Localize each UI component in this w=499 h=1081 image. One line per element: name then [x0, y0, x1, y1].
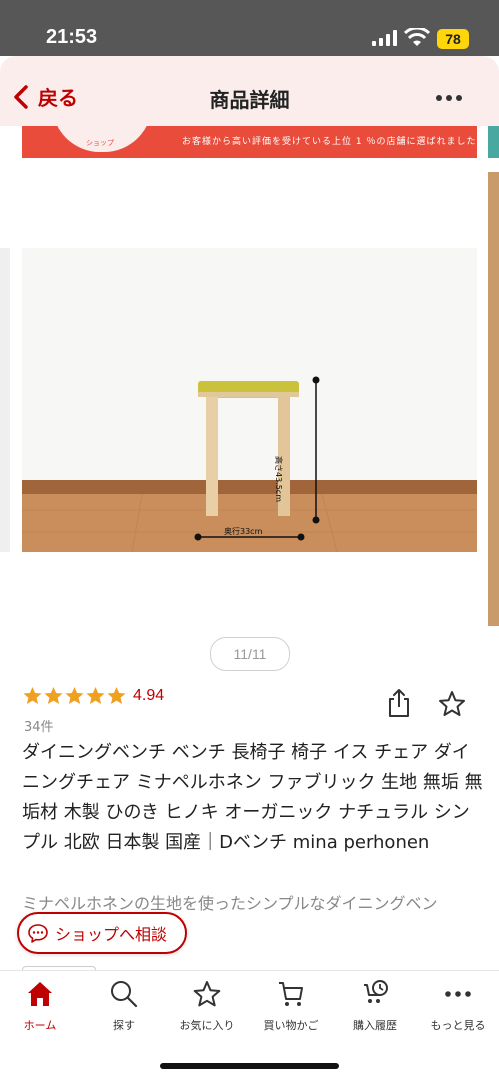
- rating-value: 4.94: [133, 687, 165, 704]
- page-title: 商品詳細: [209, 88, 290, 112]
- shop-consult-button[interactable]: ショップへ相談: [17, 912, 187, 954]
- rating-stars: [22, 686, 127, 706]
- rating-star-icon: [86, 687, 105, 704]
- previous-image-peek: [0, 248, 10, 552]
- next-image-peek: [488, 172, 499, 626]
- wifi-icon: [404, 28, 430, 46]
- depth-dimension-label: 奥行33cm: [224, 527, 263, 536]
- favorite-star-icon[interactable]: [438, 690, 466, 718]
- award-badge: ショップ: [52, 126, 152, 152]
- share-icon[interactable]: [386, 688, 412, 718]
- tab-search-label: 探す: [113, 1019, 135, 1032]
- more-options-icon[interactable]: [435, 94, 463, 102]
- tab-purchase-history-label: 購入履歴: [353, 1019, 397, 1032]
- product-title: ダイニングベンチ ベンチ 長椅子 椅子 イス チェア ダイニングチェア ミナペル…: [22, 742, 483, 853]
- next-image-peek-banner: [488, 126, 499, 158]
- shop-consult-label: ショップへ相談: [55, 925, 168, 944]
- home-icon: [28, 982, 52, 1006]
- tab-purchase-history[interactable]: 購入履歴: [333, 979, 417, 1033]
- home-indicator: [160, 1063, 339, 1069]
- product-photo: [22, 248, 477, 552]
- tab-more[interactable]: もっと見る: [416, 979, 499, 1033]
- tab-home-label: ホーム: [23, 1019, 57, 1032]
- tab-more-label: もっと見る: [430, 1019, 486, 1032]
- battery-indicator: 78: [437, 29, 469, 49]
- tab-cart[interactable]: 買い物かご: [249, 979, 333, 1033]
- image-counter: 11/11: [210, 637, 290, 671]
- rating-star-icon: [44, 687, 63, 704]
- history-icon: [364, 980, 388, 1003]
- status-bar: 21:53 78: [0, 0, 499, 56]
- tab-cart-label: 買い物かご: [263, 1019, 319, 1032]
- more-icon: [445, 991, 471, 997]
- search-icon: [111, 981, 138, 1008]
- chat-bubble-icon: [28, 924, 48, 943]
- tab-favorites-label: お気に入り: [179, 1019, 235, 1032]
- tab-home[interactable]: ホーム: [0, 979, 82, 1033]
- rating-star-icon: [65, 687, 84, 704]
- star-icon: [193, 981, 221, 1007]
- cart-icon: [279, 982, 303, 1006]
- award-badge-text: ショップ: [86, 139, 114, 147]
- cellular-signal-icon: [372, 30, 397, 46]
- status-time: 21:53: [46, 26, 98, 48]
- tab-favorites[interactable]: お気に入り: [165, 979, 249, 1033]
- height-dimension-label: 高さ43.5cm: [274, 456, 283, 503]
- rating-summary[interactable]: 4.94: [22, 686, 164, 706]
- rating-star-icon: [23, 687, 42, 704]
- product-description: ミナペルホネンの生地を使ったシンプルなダイニングベン: [22, 894, 438, 913]
- rating-star-icon: [107, 687, 126, 704]
- review-count[interactable]: 34件: [24, 716, 54, 735]
- tab-search[interactable]: 探す: [82, 979, 166, 1033]
- banner-text: お客様から高い評価を受けている上位 1 ％の店舗に選ばれました: [182, 137, 477, 147]
- shop-award-banner: ショップ お客様から高い評価を受けている上位 1 ％の店舗に選ばれました: [22, 126, 477, 158]
- top-navigation-bar: 戻る 商品詳細: [0, 56, 499, 126]
